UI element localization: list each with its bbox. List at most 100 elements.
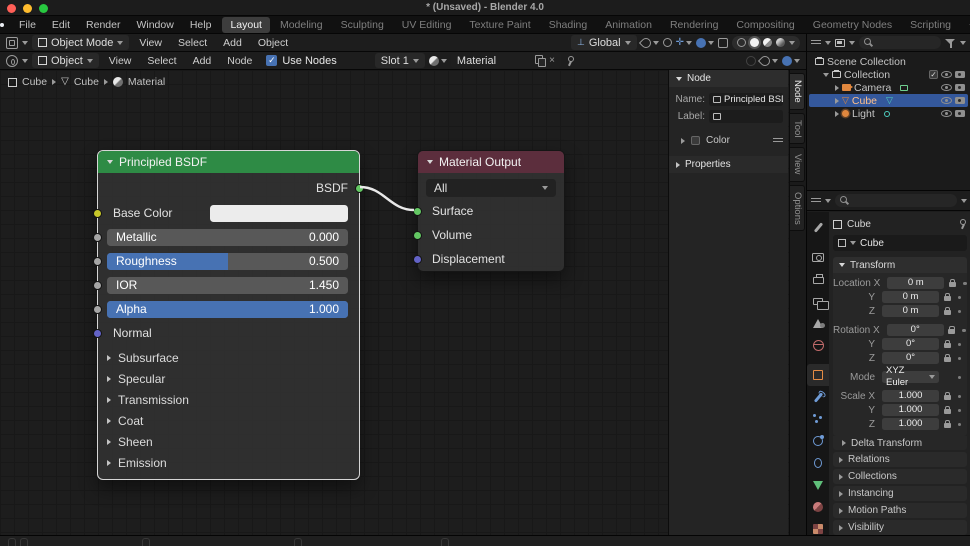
viewport-menu-select[interactable]: Select — [172, 37, 213, 49]
lock-icon[interactable] — [943, 354, 951, 363]
outliner-row-camera[interactable]: Camera — [809, 81, 968, 94]
section-specular[interactable]: Specular — [107, 368, 348, 389]
lock-icon[interactable] — [943, 420, 951, 429]
alpha-socket[interactable] — [93, 304, 102, 314]
shading-wireframe-icon[interactable] — [737, 38, 746, 47]
surface-input-socket[interactable] — [413, 206, 422, 216]
section-coat[interactable]: Coat — [107, 410, 348, 431]
scale-y-field[interactable]: 1.000 — [882, 404, 939, 417]
sidebar-tab-node[interactable]: Node — [790, 73, 805, 110]
lock-icon[interactable] — [948, 279, 956, 288]
menu-edit[interactable]: Edit — [45, 19, 77, 31]
node-label-field[interactable] — [709, 110, 783, 123]
target-dropdown[interactable]: All — [426, 178, 556, 197]
location-y-field[interactable]: 0 m — [882, 291, 939, 304]
principled-bsdf-node[interactable]: Principled BSDF BSDF Base Color Metallic… — [93, 150, 364, 480]
color-checkbox[interactable] — [691, 136, 700, 145]
motion-paths-panel[interactable]: Motion Paths — [833, 503, 967, 518]
modifiers-tab-icon[interactable] — [807, 386, 829, 408]
view-layer-tab-icon[interactable] — [807, 290, 829, 312]
viewport-menu-add[interactable]: Add — [217, 37, 248, 49]
hide-in-viewport-icon[interactable] — [941, 71, 952, 78]
scene-tab-icon[interactable] — [807, 312, 829, 334]
disclosure-open-icon[interactable] — [823, 72, 829, 77]
shader-snapping-toggle[interactable] — [757, 53, 778, 68]
rotation-mode-dropdown[interactable]: XYZ Euler — [882, 365, 939, 388]
principled-bsdf-header[interactable]: Principled BSDF — [98, 151, 359, 173]
xray-toggle-icon[interactable] — [718, 37, 728, 48]
tool-tab-icon[interactable] — [807, 216, 829, 238]
sidebar-tab-tool[interactable]: Tool — [790, 112, 805, 145]
scale-x-field[interactable]: 1.000 — [882, 390, 939, 403]
render-tab-icon[interactable] — [807, 246, 829, 268]
workspace-tab-scripting[interactable]: Scripting — [902, 17, 959, 33]
unlink-material-icon[interactable]: × — [549, 55, 555, 66]
metallic-socket[interactable] — [93, 232, 102, 242]
location-z-field[interactable]: 0 m — [882, 305, 939, 318]
animate-dot-icon[interactable] — [957, 394, 962, 398]
editor-type-shader-icon[interactable] — [6, 54, 18, 67]
material-name-field[interactable]: Material × — [450, 53, 561, 68]
physics-tab-icon[interactable] — [807, 430, 829, 452]
bsdf-output-socket[interactable] — [355, 183, 364, 193]
workspace-tab-modeling[interactable]: Modeling — [272, 17, 331, 33]
workspace-tab-sculpting[interactable]: Sculpting — [333, 17, 392, 33]
disable-in-renders-icon[interactable] — [955, 110, 965, 117]
shading-solid-icon[interactable] — [750, 38, 759, 47]
editor-type-3d-viewport-icon[interactable] — [6, 36, 18, 49]
delta-transform-subpanel[interactable]: Delta Transform — [833, 436, 967, 450]
add-workspace-button[interactable]: + — [961, 17, 970, 33]
snapping-toggle[interactable] — [638, 35, 659, 50]
object-name-field[interactable]: Cube — [833, 235, 967, 251]
node-color-row[interactable]: Color — [669, 133, 788, 148]
rotation-x-field[interactable]: 0° — [886, 324, 944, 337]
hide-in-viewport-icon[interactable] — [941, 110, 952, 117]
workspace-tab-rendering[interactable]: Rendering — [662, 17, 726, 33]
mode-selector[interactable]: Object Mode — [32, 35, 130, 50]
material-tab-icon[interactable] — [807, 496, 829, 518]
collections-panel[interactable]: Collections — [833, 469, 967, 484]
disclosure-closed-icon[interactable] — [835, 97, 839, 104]
shading-material-icon[interactable] — [763, 38, 772, 47]
section-emission[interactable]: Emission — [107, 452, 348, 473]
material-slot-selector[interactable]: Slot 1 — [374, 53, 425, 68]
roughness-slider[interactable]: Roughness 0.500 — [107, 252, 348, 270]
node-panel-header[interactable]: Node — [669, 70, 788, 87]
rotation-z-field[interactable]: 0° — [882, 352, 939, 365]
viewport-menu-object[interactable]: Object — [252, 37, 294, 49]
section-subsurface[interactable]: Subsurface — [107, 347, 348, 368]
workspace-tab-uv-editing[interactable]: UV Editing — [394, 17, 460, 33]
shader-menu-node[interactable]: Node — [221, 55, 258, 67]
constraints-tab-icon[interactable] — [807, 452, 829, 474]
animate-dot-icon[interactable] — [957, 295, 962, 299]
workspace-tab-shading[interactable]: Shading — [541, 17, 596, 33]
animate-dot-icon[interactable] — [957, 408, 962, 412]
properties-search-field[interactable] — [835, 194, 957, 207]
collapse-node-icon[interactable] — [107, 160, 113, 164]
hide-in-viewport-icon[interactable] — [941, 97, 952, 104]
shader-menu-add[interactable]: Add — [187, 55, 218, 67]
sidebar-tab-view[interactable]: View — [790, 147, 805, 182]
workspace-tab-geometry-nodes[interactable]: Geometry Nodes — [805, 17, 900, 33]
duplicate-material-icon[interactable] — [535, 55, 547, 67]
workspace-tab-compositing[interactable]: Compositing — [728, 17, 802, 33]
output-tab-icon[interactable] — [807, 268, 829, 290]
roughness-socket[interactable] — [93, 256, 102, 266]
base-color-socket[interactable] — [93, 208, 102, 218]
gizmos-toggle[interactable]: ✛ — [676, 37, 692, 48]
lock-icon[interactable] — [943, 406, 951, 415]
scale-z-field[interactable]: 1.000 — [882, 418, 939, 431]
menu-render[interactable]: Render — [79, 19, 127, 31]
display-mode-icon[interactable] — [811, 39, 821, 47]
lock-icon[interactable] — [943, 340, 951, 349]
pin-id-icon[interactable] — [565, 55, 575, 66]
object-tab-icon[interactable] — [807, 364, 829, 386]
lock-icon[interactable] — [943, 293, 951, 302]
volume-input-socket[interactable] — [413, 230, 422, 240]
properties-panel-header[interactable]: Properties — [669, 156, 788, 173]
outliner-row-light[interactable]: Light — [809, 107, 968, 120]
animate-dot-icon[interactable] — [957, 375, 962, 379]
chevron-down-icon[interactable] — [961, 198, 967, 203]
transform-panel-header[interactable]: Transform — [833, 257, 967, 273]
node-name-field[interactable]: Principled BSDF — [709, 93, 783, 106]
